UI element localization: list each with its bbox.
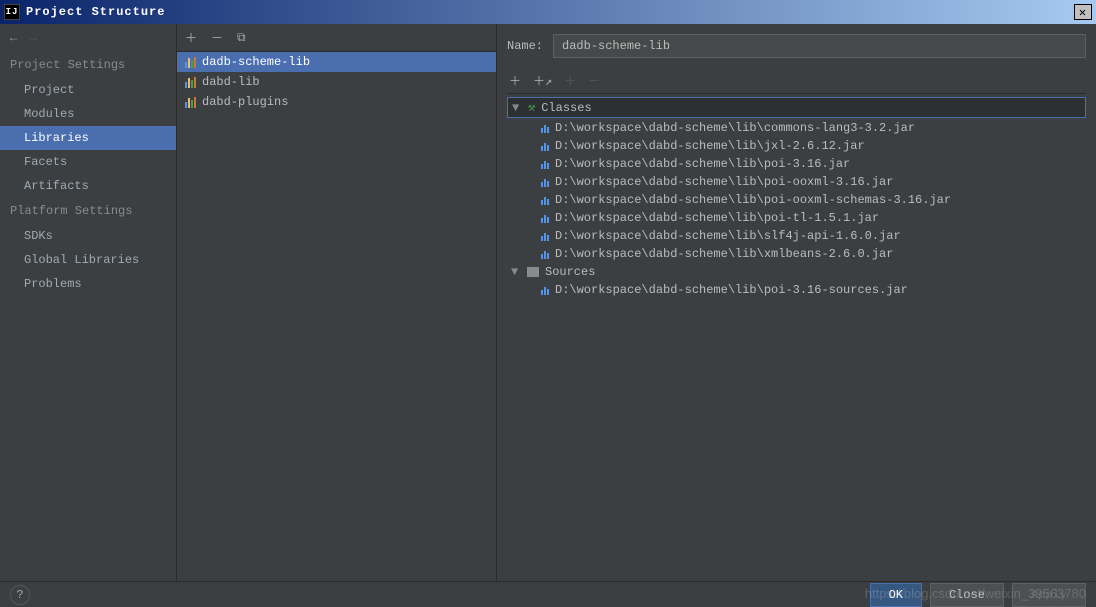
add-with-arrow-icon[interactable]: ＋↗ [533, 72, 552, 89]
sidebar-item-modules[interactable]: Modules [0, 102, 176, 126]
jar-icon [541, 195, 549, 205]
library-item[interactable]: dadb-scheme-lib [177, 52, 496, 72]
jar-icon [541, 177, 549, 187]
tree-file[interactable]: D:\workspace\dabd-scheme\lib\commons-lan… [507, 119, 1086, 137]
help-button[interactable]: ? [10, 585, 30, 605]
add-library-icon[interactable]: ＋ [185, 29, 197, 46]
library-item[interactable]: dabd-plugins [177, 92, 496, 112]
titlebar: IJ Project Structure ✕ [0, 0, 1096, 24]
tree-file-path: D:\workspace\dabd-scheme\lib\commons-lan… [555, 121, 915, 135]
sidebar-heading: Project Settings [0, 52, 176, 78]
sidebar-item-problems[interactable]: Problems [0, 272, 176, 296]
sidebar-item-artifacts[interactable]: Artifacts [0, 174, 176, 198]
tree-file[interactable]: D:\workspace\dabd-scheme\lib\xmlbeans-2.… [507, 245, 1086, 263]
library-toolbar: ＋ － ⧉ [177, 24, 496, 52]
name-label: Name: [507, 39, 543, 53]
library-item[interactable]: dabd-lib [177, 72, 496, 92]
apply-button[interactable]: Apply [1012, 583, 1086, 607]
tree-file[interactable]: D:\workspace\dabd-scheme\lib\poi-3.16-so… [507, 281, 1086, 299]
close-button[interactable]: Close [930, 583, 1004, 607]
sidebar-item-libraries[interactable]: Libraries [0, 126, 176, 150]
library-item-label: dabd-lib [202, 75, 260, 89]
tree-group[interactable]: ▼ Sources [507, 263, 1086, 281]
jar-icon [541, 213, 549, 223]
tree-file-path: D:\workspace\dabd-scheme\lib\poi-ooxml-3… [555, 175, 893, 189]
name-row: Name: [507, 34, 1086, 58]
tree-file-path: D:\workspace\dabd-scheme\lib\slf4j-api-1… [555, 229, 901, 243]
copy-library-icon[interactable]: ⧉ [237, 31, 246, 45]
main-content: ← → Project SettingsProjectModulesLibrar… [0, 24, 1096, 581]
library-icon [185, 56, 196, 68]
library-item-label: dabd-plugins [202, 95, 288, 109]
forward-icon[interactable]: → [29, 31, 36, 45]
footer: ? OK Close Apply [0, 581, 1096, 607]
app-logo-icon: IJ [4, 4, 20, 20]
jar-icon [541, 123, 549, 133]
remove-library-icon[interactable]: － [211, 29, 223, 46]
expand-arrow-icon[interactable]: ▼ [512, 101, 522, 115]
content-tree: ▼ ⚒ Classes D:\workspace\dabd-scheme\lib\co… [507, 94, 1086, 581]
content-toolbar: ＋ ＋↗ ＋ － [507, 68, 1086, 94]
tree-file[interactable]: D:\workspace\dabd-scheme\lib\poi-tl-1.5.… [507, 209, 1086, 227]
folder-icon [527, 267, 539, 277]
library-list: dadb-scheme-lib dabd-lib dabd-plugins [177, 52, 496, 581]
tree-file-path: D:\workspace\dabd-scheme\lib\poi-3.16-so… [555, 283, 908, 297]
tree-group-label: Sources [545, 265, 595, 279]
tree-file[interactable]: D:\workspace\dabd-scheme\lib\jxl-2.6.12.… [507, 137, 1086, 155]
classes-icon: ⚒ [528, 100, 535, 115]
tree-file-path: D:\workspace\dabd-scheme\lib\xmlbeans-2.… [555, 247, 893, 261]
expand-arrow-icon[interactable]: ▼ [511, 265, 521, 279]
sidebar-item-global-libraries[interactable]: Global Libraries [0, 248, 176, 272]
library-item-label: dadb-scheme-lib [202, 55, 310, 69]
tree-file[interactable]: D:\workspace\dabd-scheme\lib\poi-ooxml-s… [507, 191, 1086, 209]
nav-arrows: ← → [0, 24, 176, 52]
ok-button[interactable]: OK [870, 583, 922, 607]
tree-file-path: D:\workspace\dabd-scheme\lib\poi-3.16.ja… [555, 157, 850, 171]
sidebar: ← → Project SettingsProjectModulesLibrar… [0, 24, 177, 581]
tree-group-label: Classes [541, 101, 591, 115]
library-detail-panel: Name: ＋ ＋↗ ＋ － ▼ ⚒ Classes D:\workspace\dab… [497, 24, 1096, 581]
sidebar-item-facets[interactable]: Facets [0, 150, 176, 174]
library-name-input[interactable] [553, 34, 1086, 58]
window-title: Project Structure [26, 5, 165, 19]
tree-file[interactable]: D:\workspace\dabd-scheme\lib\slf4j-api-1… [507, 227, 1086, 245]
add-content-icon[interactable]: ＋ [509, 72, 521, 89]
sidebar-item-sdks[interactable]: SDKs [0, 224, 176, 248]
remove-content-icon: － [588, 72, 600, 89]
tree-group[interactable]: ▼ ⚒ Classes [507, 97, 1086, 118]
jar-icon [541, 249, 549, 259]
tree-file-path: D:\workspace\dabd-scheme\lib\jxl-2.6.12.… [555, 139, 865, 153]
add-disabled-icon: ＋ [564, 72, 576, 89]
tree-file[interactable]: D:\workspace\dabd-scheme\lib\poi-ooxml-3… [507, 173, 1086, 191]
jar-icon [541, 141, 549, 151]
sidebar-heading: Platform Settings [0, 198, 176, 224]
jar-icon [541, 159, 549, 169]
library-list-panel: ＋ － ⧉ dadb-scheme-lib dabd-lib dabd-plugin… [177, 24, 497, 581]
window-close-button[interactable]: ✕ [1074, 4, 1092, 20]
jar-icon [541, 285, 549, 295]
tree-file[interactable]: D:\workspace\dabd-scheme\lib\poi-3.16.ja… [507, 155, 1086, 173]
back-icon[interactable]: ← [10, 31, 17, 45]
library-icon [185, 96, 196, 108]
tree-file-path: D:\workspace\dabd-scheme\lib\poi-tl-1.5.… [555, 211, 879, 225]
sidebar-item-project[interactable]: Project [0, 78, 176, 102]
jar-icon [541, 231, 549, 241]
library-icon [185, 76, 196, 88]
tree-file-path: D:\workspace\dabd-scheme\lib\poi-ooxml-s… [555, 193, 951, 207]
